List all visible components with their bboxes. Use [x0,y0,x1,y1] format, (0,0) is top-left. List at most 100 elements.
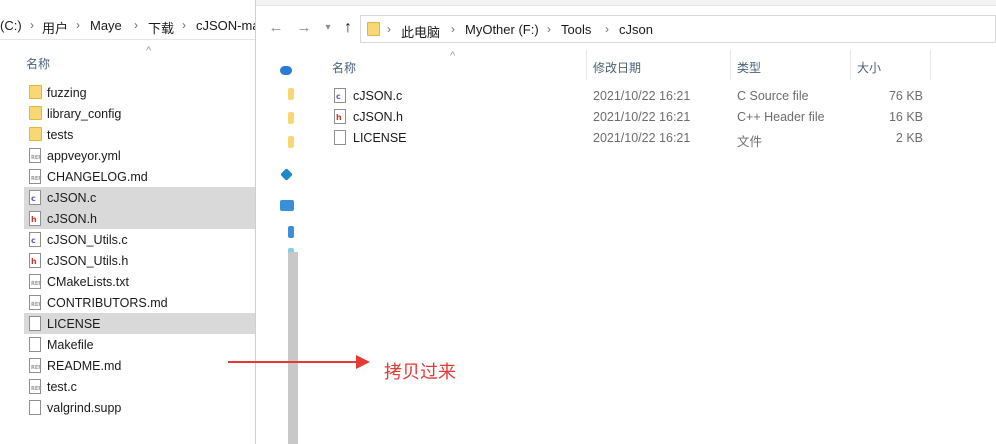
list-item[interactable]: fuzzing [24,82,258,103]
destination-explorer-window: ← → ▾ ↑ › 此电脑 › MyOther (F:) › Tools › c… [256,0,996,444]
list-item[interactable]: REF CHANGELOG.md [24,166,258,187]
list-item[interactable]: c cJSON_Utils.c [24,229,258,250]
file-modified: 2021/10/22 16:21 [593,131,691,145]
folder-icon [367,22,380,36]
list-item[interactable]: REF CONTRIBUTORS.md [24,292,258,313]
file-modified: 2021/10/22 16:21 [593,89,691,103]
file-list-column-header: ^ 名称 修改日期 类型 大小 [324,50,996,80]
file-name: CONTRIBUTORS.md [47,296,168,310]
c-source-icon: c [29,190,41,205]
list-item[interactable]: tests [24,124,258,145]
breadcrumb-user[interactable]: Maye [90,18,122,33]
source-explorer-window: (C:) › 用户 › Maye › 下载 › cJSON-ma ^ 名称 fu… [0,0,268,444]
file-modified: 2021/10/22 16:21 [593,110,691,124]
breadcrumb-separator-icon: › [451,22,455,36]
source-column-header[interactable]: ^ 名称 [0,45,268,75]
up-arrow-icon[interactable]: ↑ [338,17,358,39]
recent-locations-chevron-down-icon[interactable]: ▾ [318,17,338,39]
file-name: library_config [47,107,122,121]
onedrive-icon[interactable] [280,66,292,75]
c-header-icon: h [334,109,346,124]
folder-icon [29,127,42,141]
breadcrumb-drive[interactable]: MyOther (F:) [465,22,539,37]
source-address-bar[interactable]: (C:) › 用户 › Maye › 下载 › cJSON-ma [0,10,268,40]
column-separator[interactable] [850,50,851,80]
column-modified-header[interactable]: 修改日期 [593,59,641,76]
folder-icon[interactable] [288,112,294,124]
navigation-pane [256,46,316,444]
this-pc-icon[interactable] [280,200,294,211]
column-type-header[interactable]: 类型 [737,59,761,76]
column-name-header[interactable]: 名称 [332,59,356,76]
blank-file-icon [29,316,41,331]
annotation-arrow-head-icon [356,355,370,369]
table-row[interactable]: LICENSE 2021/10/22 16:21 文件 2 KB [324,127,996,149]
address-bar[interactable]: › 此电脑 › MyOther (F:) › Tools › cJson [360,15,996,43]
generic-file-icon: REF [29,379,42,394]
c-source-icon: c [29,232,41,247]
file-name: valgrind.supp [47,401,122,415]
ribbon-strip [256,0,996,6]
column-name-header[interactable]: 名称 [26,55,50,72]
file-type: 文件 [737,135,763,149]
file-name: CMakeLists.txt [47,275,129,289]
table-row[interactable]: h cJSON.h 2021/10/22 16:21 C++ Header fi… [324,106,996,127]
list-item[interactable]: valgrind.supp [24,397,258,418]
file-name: cJSON_Utils.h [47,254,129,268]
file-size: 16 KB [888,110,923,124]
sort-caret-icon: ^ [450,50,456,62]
file-name: README.md [47,359,122,373]
breadcrumb-users[interactable]: 用户 [42,18,68,37]
file-name: cJSON.c [353,89,403,103]
list-item[interactable]: Makefile [24,334,258,355]
breadcrumb-separator-icon: › [182,18,186,32]
file-name: cJSON.h [353,110,404,124]
blank-file-icon [334,130,346,145]
navigation-pane-scrollbar[interactable] [288,252,298,444]
list-item-selected[interactable]: c cJSON.c [24,187,258,208]
breadcrumb-current-folder[interactable]: cJson [619,22,653,37]
list-item[interactable]: REF appveyor.yml [24,145,258,166]
breadcrumb-separator-icon: › [76,18,80,32]
breadcrumb-downloads[interactable]: 下载 [148,18,174,37]
list-item-selected[interactable]: LICENSE [24,313,258,334]
blank-file-icon [29,400,41,415]
folder-icon[interactable] [288,88,294,100]
c-header-icon: h [29,211,41,226]
objects-3d-icon[interactable] [288,226,294,238]
back-arrow-icon[interactable]: ← [266,17,286,39]
list-item[interactable]: REF CMakeLists.txt [24,271,258,292]
breadcrumb-current-folder[interactable]: cJSON-ma [196,18,260,33]
column-separator[interactable] [730,50,731,80]
breadcrumb-separator-icon: › [547,22,551,36]
generic-file-icon: REF [29,274,42,289]
list-item[interactable]: library_config [24,103,258,124]
column-separator[interactable] [586,50,587,80]
quick-access-icon[interactable] [280,168,293,181]
breadcrumb-separator-icon: › [30,18,34,32]
forward-arrow-icon[interactable]: → [294,17,314,39]
file-name: tests [47,128,74,142]
breadcrumb-this-pc[interactable]: 此电脑 [401,22,440,41]
list-item[interactable]: h cJSON_Utils.h [24,250,258,271]
list-item[interactable]: REF README.md [24,355,258,376]
column-separator[interactable] [930,50,931,80]
generic-file-icon: REF [29,295,42,310]
list-item-selected[interactable]: h cJSON.h [24,208,258,229]
breadcrumb-separator-icon: › [387,22,391,36]
file-name: cJSON.h [47,212,98,226]
list-item[interactable]: REF test.c [24,376,258,397]
file-size: 2 KB [895,131,923,145]
folder-icon [29,106,42,120]
breadcrumb-drive[interactable]: (C:) [0,18,22,33]
annotation-arrow-line [228,361,362,363]
file-name: LICENSE [47,317,101,331]
file-name: fuzzing [47,86,87,100]
breadcrumb-tools[interactable]: Tools [561,22,591,37]
column-size-header[interactable]: 大小 [857,59,881,76]
generic-file-icon: REF [29,169,42,184]
table-row[interactable]: c cJSON.c 2021/10/22 16:21 C Source file… [324,85,996,106]
navigation-bar: ← → ▾ ↑ › 此电脑 › MyOther (F:) › Tools › c… [256,12,996,46]
file-name: cJSON_Utils.c [47,233,128,247]
folder-icon[interactable] [288,136,294,148]
